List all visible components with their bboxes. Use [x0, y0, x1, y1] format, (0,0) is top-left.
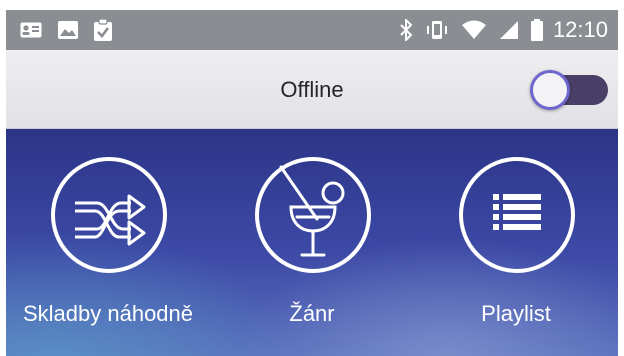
shuffle-icon [75, 194, 146, 246]
cocktail-glass-icon [279, 165, 345, 257]
genre-button[interactable] [255, 157, 371, 273]
toggle-knob[interactable] [530, 70, 570, 110]
clipboard-check-icon [94, 19, 112, 41]
main-menu: Skladby náhodně Žánr Playlist [6, 129, 618, 356]
offline-toggle[interactable] [530, 70, 608, 110]
battery-icon [530, 19, 543, 41]
page-title: Offline [280, 77, 344, 102]
header: Offline [6, 50, 618, 129]
system-icons: 12:10 [387, 10, 608, 50]
playlist-tile[interactable]: Playlist [414, 129, 618, 356]
genre-tile[interactable]: Žánr [210, 129, 414, 356]
contact-card-icon [20, 22, 42, 38]
playlist-button[interactable] [459, 157, 575, 273]
shuffle-tile[interactable]: Skladby náhodně [6, 129, 210, 356]
genre-label: Žánr [289, 301, 335, 326]
vibrate-icon [426, 21, 447, 39]
playlist-icon [493, 194, 541, 230]
app-screen: 12:10 Offline Skladby náhodně Žánr Playl… [6, 10, 618, 356]
playlist-label: Playlist [481, 301, 551, 326]
bluetooth-icon [400, 19, 413, 41]
wifi-icon [461, 20, 486, 39]
shuffle-label: Skladby náhodně [22, 301, 194, 326]
status-bar: 12:10 [6, 10, 618, 50]
shuffle-button[interactable] [51, 157, 167, 273]
image-icon [58, 21, 78, 39]
cell-signal-icon [499, 21, 518, 39]
clock: 12:10 [552, 17, 608, 42]
notification-icons [20, 10, 128, 50]
